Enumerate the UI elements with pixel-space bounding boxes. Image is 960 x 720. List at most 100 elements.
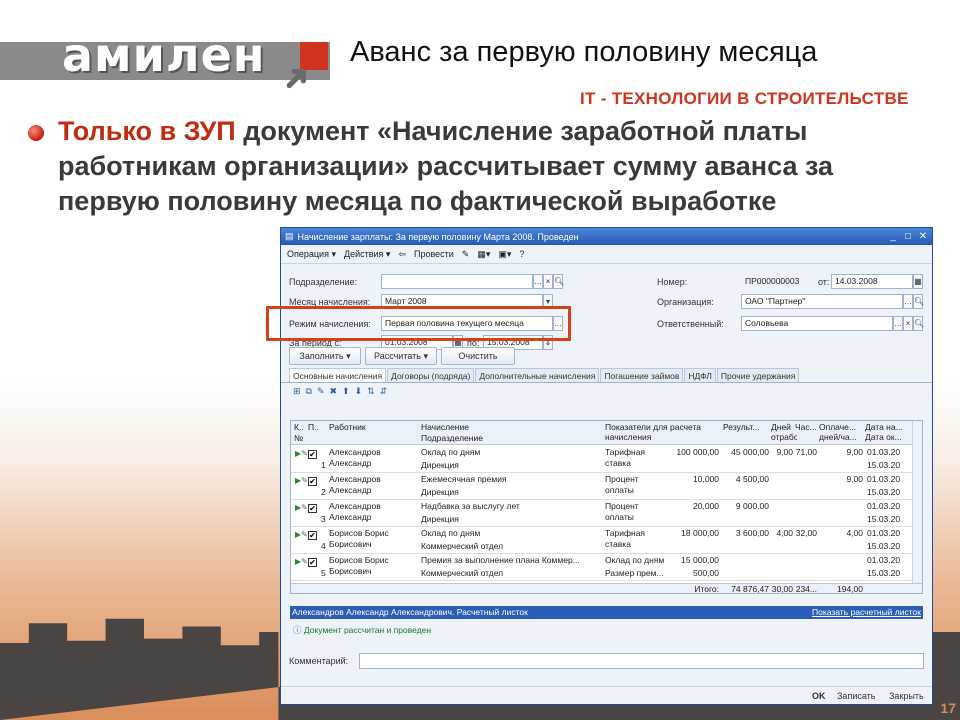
calc-button[interactable]: Рассчитать ▾ — [365, 347, 437, 365]
col-result: Результ... — [723, 422, 760, 432]
actions-menu[interactable]: Действия ▾ — [342, 248, 392, 261]
tab-loans[interactable]: Погашение займов — [600, 368, 684, 382]
row-checkbox[interactable]: ✔ — [308, 450, 317, 459]
date-label: от: — [818, 277, 830, 287]
table-row[interactable]: ▶✎ ✔ 2 Александров Александр Ежемесячная… — [291, 473, 922, 500]
col-k: К.. — [294, 422, 304, 432]
total-hours: 234... — [795, 584, 817, 594]
operation-menu[interactable]: Операция ▾ — [285, 248, 338, 261]
main-text: Только в ЗУП документ «Начисление зарабо… — [58, 114, 938, 219]
row-dept: Коммерческий отдел — [421, 568, 504, 578]
col-days: Дней отработ... — [771, 422, 797, 442]
table-scrollbar[interactable] — [912, 421, 922, 583]
window-footer: OK Записать Закрыть — [281, 686, 932, 704]
row-indicator-value-2: 500,00 — [693, 568, 719, 578]
tab-additional[interactable]: Дополнительные начисления — [475, 368, 600, 382]
total-result: 74 876,47 — [731, 584, 769, 594]
minimize-icon[interactable]: _ — [887, 231, 899, 243]
row-date-end: 15.03.20 — [867, 541, 901, 551]
comment-field[interactable] — [359, 653, 924, 669]
show-payslip-link[interactable]: Показать расчетный листок — [812, 606, 921, 619]
resp-select-button[interactable]: … — [893, 316, 903, 331]
row-status-icon: ▶✎ — [295, 557, 308, 566]
row-indicator: Процент оплаты — [605, 474, 639, 495]
row-status-icon: ▶✎ — [295, 449, 308, 458]
fill-button-label: Заполнить — [299, 351, 344, 361]
move-up-icon[interactable]: ⬆ — [342, 386, 350, 397]
highlight-frame — [266, 306, 571, 341]
post-button[interactable]: Провести — [412, 248, 456, 260]
sort-desc-icon[interactable]: ⇵ — [380, 386, 388, 397]
page-number: 17 — [940, 700, 956, 716]
date-calendar-icon[interactable]: ▦ — [913, 274, 923, 289]
number-field[interactable]: ПР000000003 — [741, 274, 813, 289]
resp-field[interactable]: Соловьева — [741, 316, 893, 331]
row-hours: 71,00 — [795, 447, 817, 457]
row-worker: Борисов Борис Борисович — [329, 528, 389, 549]
org-search-icon[interactable]: 🔍︎ — [913, 294, 924, 309]
row-accrual: Оклад по дням — [421, 528, 481, 538]
col-worker: Работник — [329, 422, 366, 432]
copy-row-icon[interactable]: ⧉ — [306, 386, 312, 397]
resp-search-icon[interactable]: 🔍︎ — [913, 316, 924, 331]
row-checkbox[interactable]: ✔ — [308, 477, 317, 486]
row-date-end: 15.03.20 — [867, 514, 901, 524]
row-days: 9,00 — [776, 447, 793, 457]
row-checkbox[interactable]: ✔ — [308, 531, 317, 540]
date-field[interactable]: 14.03.2008 — [831, 274, 913, 289]
edit-row-icon[interactable]: ✎ — [317, 386, 325, 397]
window-titlebar: ▤ Начисление зарплаты: За первую половин… — [281, 228, 932, 245]
status-message: ⓘ Документ рассчитан и проведен — [293, 624, 431, 636]
unpost-icon[interactable]: ✎ — [460, 248, 472, 261]
dept-field[interactable] — [381, 274, 533, 289]
dept-select-button[interactable]: … — [533, 274, 543, 289]
fill-button[interactable]: Заполнить ▾ — [289, 347, 361, 365]
ok-button[interactable]: OK — [812, 691, 826, 701]
structure-icon[interactable]: ▦▾ — [475, 248, 492, 261]
row-result: 4 500,00 — [735, 474, 769, 484]
row-date-end: 15.03.20 — [867, 460, 901, 470]
row-date-start: 01.03.20 — [867, 501, 901, 511]
col-hours: Час... — [795, 422, 817, 432]
tab-contracts[interactable]: Договоры (подряда) — [387, 368, 475, 382]
tab-main-accruals[interactable]: Основные начисления — [289, 368, 387, 382]
dept-clear-button[interactable]: × — [543, 274, 553, 289]
save-button[interactable]: Записать — [837, 691, 875, 701]
row-indicator: Оклад по дням — [605, 555, 665, 565]
col-dept: Подразделение — [421, 433, 483, 443]
maximize-icon[interactable]: □ — [902, 231, 914, 243]
table-row[interactable]: ▶✎ ✔ 3 Александров Александр Надбавка за… — [291, 500, 922, 527]
row-date-start: 01.03.20 — [867, 447, 901, 457]
help-icon[interactable]: ? — [517, 248, 526, 260]
tab-other-deductions[interactable]: Прочие удержания — [716, 368, 800, 382]
close-button[interactable]: Закрыть — [889, 691, 924, 701]
row-accrual: Надбавка за выслугу лет — [421, 501, 520, 511]
row-checkbox[interactable]: ✔ — [308, 558, 317, 567]
clear-button[interactable]: Очистить — [441, 347, 515, 365]
add-row-icon[interactable]: ⊞ — [293, 386, 301, 397]
dept-search-icon[interactable]: 🔍︎ — [553, 274, 564, 289]
row-checkbox[interactable]: ✔ — [308, 504, 317, 513]
row-indicator-value: 18 000,00 — [681, 528, 719, 538]
tab-bar: Основные начисления Договоры (подряда) Д… — [281, 368, 932, 383]
org-field[interactable]: ОАО "Партнер" — [741, 294, 903, 309]
print-icon[interactable]: ▣▾ — [496, 248, 513, 261]
close-icon[interactable]: ✕ — [917, 231, 929, 243]
resp-clear-button[interactable]: × — [903, 316, 913, 331]
bullet-icon — [28, 125, 44, 141]
table-row[interactable]: ▶✎ ✔ 1 Александров Александр Оклад по дн… — [291, 446, 922, 473]
table-row[interactable]: ▶✎ ✔ 5 Борисов Борис Борисович Премия за… — [291, 554, 922, 581]
tab-ndfl[interactable]: НДФЛ — [684, 368, 716, 382]
move-down-icon[interactable]: ⬇ — [355, 386, 363, 397]
delete-row-icon[interactable]: ✖ — [330, 386, 338, 397]
back-icon[interactable]: ⇦ — [396, 248, 408, 261]
sort-asc-icon[interactable]: ⇅ — [367, 386, 375, 397]
row-date-end: 15.03.20 — [867, 487, 901, 497]
row-worker: Александров Александр — [329, 474, 381, 495]
col-no: № — [294, 433, 304, 443]
resp-label: Ответственный: — [657, 319, 724, 329]
row-worker: Александров Александр — [329, 501, 381, 522]
table-row[interactable]: ▶✎ ✔ 4 Борисов Борис Борисович Оклад по … — [291, 527, 922, 554]
org-select-button[interactable]: … — [903, 294, 913, 309]
row-date-start: 01.03.20 — [867, 555, 901, 565]
